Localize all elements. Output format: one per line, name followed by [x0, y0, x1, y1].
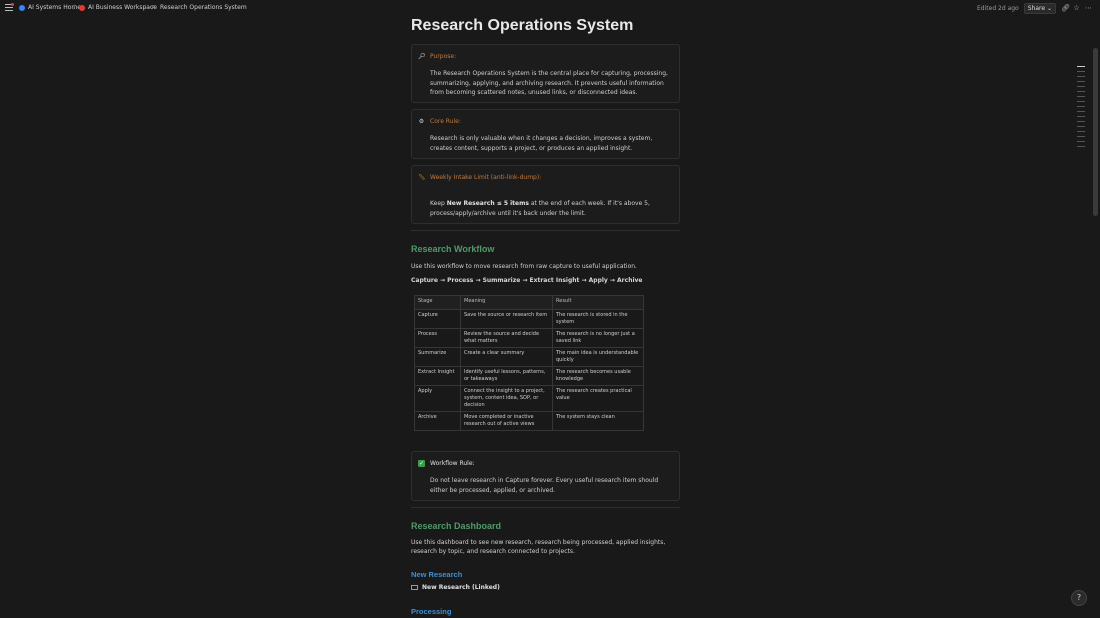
table-row: Capture Save the source or research item…	[414, 309, 644, 329]
table-cell[interactable]: Process	[414, 328, 461, 348]
callout-body: Keep New Research ≤ 5 items at the end o…	[430, 199, 670, 218]
help-button[interactable]: ?	[1071, 590, 1087, 606]
core-rule-callout: ⚙ Core Rule: Research is only valuable w…	[411, 109, 680, 159]
table-cell[interactable]: Extract Insight	[414, 366, 461, 386]
linked-view-label: New Research (Linked)	[422, 584, 500, 591]
page-title: Research Operations System	[411, 17, 634, 34]
workflow-rule-callout: ✓ Workflow Rule: Do not leave research i…	[411, 451, 680, 501]
body-text: Keep	[430, 200, 447, 207]
callout-label: Weekly Intake Limit (anti-link-dump):	[430, 174, 542, 181]
table-row: Extract Insight Identify useful lessons,…	[414, 366, 644, 386]
table-cell[interactable]: The research is stored in the system	[552, 309, 644, 329]
callout-body: The Research Operations System is the ce…	[430, 70, 668, 96]
share-label: Share	[1027, 5, 1046, 12]
purpose-callout: 🔎︎ Purpose: The Research Operations Syst…	[411, 44, 680, 103]
column-header: Result	[552, 295, 644, 310]
table-cell[interactable]: The research creates practical value	[552, 385, 644, 412]
dashboard-intro: Use this dashboard to see new research, …	[411, 539, 666, 555]
table-of-contents-outline[interactable]	[1077, 66, 1085, 151]
magnifier-icon: 🔎︎	[418, 53, 426, 60]
record-icon	[79, 4, 85, 11]
globe-icon	[19, 4, 25, 11]
table-cell[interactable]: The research becomes usable knowledge	[552, 366, 644, 386]
column-header: Stage	[414, 295, 461, 310]
table-row: Apply Connect the insight to a project, …	[414, 385, 644, 412]
new-research-heading: New Research	[411, 570, 463, 579]
breadcrumb-research-operations-system[interactable]: ⌕ Research Operations System	[150, 3, 247, 12]
edited-timestamp: Edited 2d ago	[977, 5, 1019, 12]
weekly-intake-callout: 📏︎ Weekly Intake Limit (anti-link-dump):…	[411, 165, 680, 224]
table-header-row: Stage Meaning Result	[414, 295, 644, 310]
table-row: Process Review the source and decide wha…	[414, 328, 644, 348]
table-cell[interactable]: Archive	[414, 411, 461, 431]
breadcrumb-separator: /	[144, 4, 147, 11]
table-cell[interactable]: Summarize	[414, 347, 461, 367]
table-cell[interactable]: Save the source or research item	[460, 309, 553, 329]
table-cell[interactable]: Create a clear summary	[460, 347, 553, 367]
divider	[411, 507, 680, 508]
table-cell[interactable]: The main idea is understandable quickly	[552, 347, 644, 367]
research-dashboard-heading: Research Dashboard	[411, 521, 502, 531]
callout-label: Workflow Rule:	[430, 460, 475, 467]
magnifier-icon: ⌕	[151, 3, 156, 11]
workflow-intro: Use this workflow to move research from …	[411, 263, 637, 270]
linked-database-new-research[interactable]: New Research (Linked)	[411, 584, 500, 591]
callout-body: Research is only valuable when it change…	[430, 135, 653, 152]
top-bar: AI Systems Home / AI Business Workspace …	[0, 0, 1100, 17]
table-cell[interactable]: Apply	[414, 385, 461, 412]
ruler-icon: 📏︎	[418, 174, 426, 181]
research-workflow-heading: Research Workflow	[411, 244, 495, 254]
table-row: Summarize Create a clear summary The mai…	[414, 347, 644, 367]
table-cell[interactable]: Identify useful lessons, patterns, or ta…	[460, 366, 553, 386]
table-cell[interactable]: The system stays clean	[552, 411, 644, 431]
table-cell[interactable]: The research is no longer just a saved l…	[552, 328, 644, 348]
table-row: Archive Move completed or inactive resea…	[414, 411, 644, 431]
notification-dot	[11, 3, 14, 6]
link-icon[interactable]: 🔗︎	[1061, 5, 1070, 12]
breadcrumb-label: Research Operations System	[160, 4, 247, 11]
callout-label: Purpose:	[430, 53, 457, 60]
breadcrumb-separator: /	[73, 4, 76, 11]
table-cell[interactable]: Connect the insight to a project, system…	[460, 385, 553, 412]
breadcrumb-label: AI Business Workspace	[88, 4, 157, 11]
callout-label: Core Rule:	[430, 118, 461, 125]
body-bold-text: New Research ≤ 5 items	[446, 200, 529, 207]
table-cell[interactable]: Capture	[414, 309, 461, 329]
scrollbar-thumb[interactable]	[1093, 48, 1098, 216]
breadcrumb-ai-systems-home[interactable]: AI Systems Home	[19, 4, 81, 11]
divider	[411, 230, 680, 231]
table-cell[interactable]: Move completed or inactive research out …	[460, 411, 553, 431]
column-header: Meaning	[460, 295, 553, 310]
check-box-icon: ✓	[418, 460, 425, 467]
top-actions: Edited 2d ago Share ⌄ 🔗︎ ☆ ⋯	[977, 3, 1092, 14]
share-button[interactable]: Share ⌄	[1023, 3, 1056, 14]
table-cell[interactable]: Review the source and decide what matter…	[460, 328, 553, 348]
more-icon[interactable]: ⋯	[1085, 5, 1092, 12]
workflow-flow: Capture → Process → Summarize → Extract …	[411, 277, 643, 284]
workflow-table: Stage Meaning Result Capture Save the so…	[414, 295, 644, 431]
question-icon: ?	[1076, 593, 1082, 602]
gear-icon: ⚙	[418, 118, 425, 125]
table-icon	[411, 585, 418, 590]
star-icon[interactable]: ☆	[1073, 5, 1080, 12]
callout-body: Do not leave research in Capture forever…	[430, 477, 659, 494]
processing-heading: Processing	[411, 607, 452, 616]
